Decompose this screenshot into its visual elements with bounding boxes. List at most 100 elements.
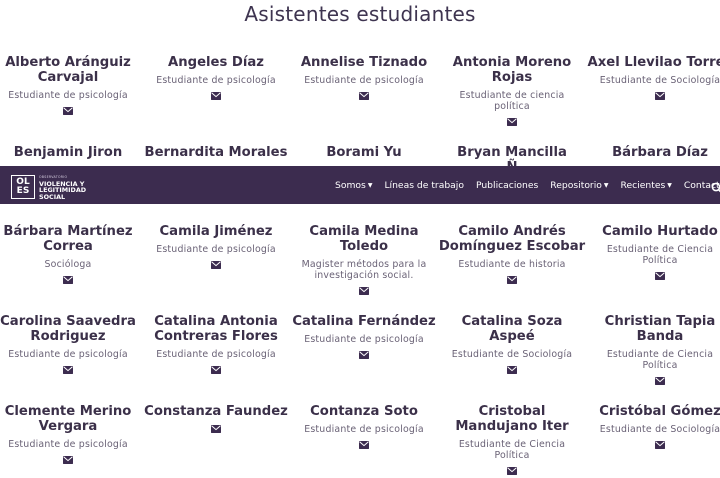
person-card: Constanza Faundez: [142, 404, 290, 475]
person-name: Cristobal Mandujano Iter: [455, 404, 569, 434]
logo-line-3: SOCIAL: [39, 192, 66, 201]
nav-item-label: Líneas de trabajo: [384, 179, 464, 191]
people-row: Alberto Aránguiz Carvajal Estudiante de p…: [0, 55, 720, 126]
person-role: Estudiante de psicología: [304, 75, 424, 86]
site-logo[interactable]: OL ES OBSERVATORIO VIOLENCIA Y LEGITIMID…: [11, 174, 86, 200]
email-icon[interactable]: [63, 366, 73, 374]
person-card: Camila Medina Toledo Magister métodos par…: [290, 224, 438, 295]
person-role: Estudiante de ciencia política: [459, 90, 565, 112]
email-icon[interactable]: [655, 272, 665, 280]
nav-item-label: Recientes: [620, 179, 666, 191]
person-role: Estudiante de historia: [458, 259, 566, 270]
person-name: Contanza Soto: [310, 404, 418, 419]
person-name: Benjamin Jiron: [13, 145, 123, 160]
person-name: Annelise Tiznado: [300, 55, 428, 70]
nav-item-recientes[interactable]: Recientes ▼: [621, 180, 672, 191]
nav-item-label: Publicaciones: [475, 179, 539, 191]
person-card: Bárbara Martínez Correa Socióloga: [0, 224, 142, 295]
person-name: Carolina Saavedra Rodriguez: [0, 314, 136, 344]
person-role: Socióloga: [44, 259, 92, 270]
person-role: Estudiante de psicología: [8, 90, 128, 101]
nav-item-repositorio[interactable]: Repositorio ▼: [550, 180, 608, 191]
person-name: Clemente Merino Vergara: [4, 404, 132, 434]
main-menu: Somos ▼ Líneas de trabajo Publicaciones Repo…: [335, 166, 720, 204]
people-grid: Alberto Aránguiz Carvajal Estudiante de p…: [0, 0, 720, 478]
email-icon[interactable]: [507, 467, 517, 475]
person-card: Antonia Moreno Rojas Estudiante de cienci…: [438, 55, 586, 126]
person-name: Camilo Hurtado: [602, 224, 718, 239]
person-role: Estudiante de Sociología: [451, 349, 573, 360]
search-icon[interactable]: [711, 179, 720, 198]
chevron-down-icon: ▼: [367, 181, 373, 189]
email-icon[interactable]: [211, 261, 221, 269]
person-name: Catalina Antonia Contreras Flores: [154, 314, 278, 344]
person-name: Borami Yu: [326, 145, 402, 160]
nav-item-somos[interactable]: Somos ▼: [335, 180, 372, 191]
person-name: Christian Tapia Banda: [604, 314, 716, 344]
person-card: Contanza Soto Estudiante de psicología: [290, 404, 438, 475]
person-role: Estudiante de Ciencia Política: [606, 349, 714, 371]
person-role: Estudiante de Ciencia Política: [458, 439, 566, 461]
person-card: Axel Llevilao Torres Estudiante de Sociol…: [586, 55, 720, 126]
person-card: Camilo Hurtado Estudiante de Ciencia Polí…: [586, 224, 720, 295]
email-icon[interactable]: [211, 366, 221, 374]
email-icon[interactable]: [359, 351, 369, 359]
person-role: Estudiante de psicología: [304, 334, 424, 345]
person-name: Antonia Moreno Rojas: [452, 55, 572, 85]
person-name: Camila Jiménez: [159, 224, 273, 239]
person-name: Constanza Faundez: [144, 404, 288, 419]
person-name: Axel Llevilao Torres: [587, 55, 720, 70]
people-row: Carolina Saavedra Rodriguez Estudiante de…: [0, 314, 720, 385]
email-icon[interactable]: [359, 287, 369, 295]
email-icon[interactable]: [63, 456, 73, 464]
person-name: Catalina Fernández: [292, 314, 436, 329]
email-icon[interactable]: [359, 441, 369, 449]
person-name: Angeles Díaz: [168, 55, 264, 70]
person-card: Annelise Tiznado Estudiante de psicología: [290, 55, 438, 126]
person-role: Estudiante de Sociología: [599, 424, 720, 435]
person-name: Camila Medina Toledo: [309, 224, 419, 254]
person-card: Catalina Fernández Estudiante de psicolog…: [290, 314, 438, 385]
email-icon[interactable]: [507, 276, 517, 284]
email-icon[interactable]: [211, 425, 221, 433]
person-card: Christian Tapia Banda Estudiante de Cienc…: [586, 314, 720, 385]
person-name: Cristóbal Gómez: [599, 404, 720, 419]
people-row: Bárbara Martínez Correa Socióloga Camila J…: [0, 224, 720, 295]
email-icon[interactable]: [507, 118, 517, 126]
person-role: Estudiante de psicología: [8, 439, 128, 450]
person-name: Bernardita Morales: [144, 145, 288, 160]
person-card: Angeles Díaz Estudiante de psicología: [142, 55, 290, 126]
person-name: Bárbara Martínez Correa: [3, 224, 133, 254]
person-card: Camilo Andrés Domínguez Escobar Estudiant…: [438, 224, 586, 295]
logo-text: OBSERVATORIO VIOLENCIA Y LEGITIMIDAD SOC…: [39, 174, 86, 200]
email-icon[interactable]: [655, 441, 665, 449]
people-row: Clemente Merino Vergara Estudiante de psi…: [0, 404, 720, 475]
chevron-down-icon: ▼: [667, 181, 672, 189]
email-icon[interactable]: [507, 366, 517, 374]
person-card: Catalina Antonia Contreras Flores Estudia…: [142, 314, 290, 385]
email-icon[interactable]: [63, 276, 73, 284]
person-role: Estudiante de psicología: [156, 75, 276, 86]
chevron-down-icon: ▼: [603, 181, 609, 189]
nav-item-publicaciones[interactable]: Publicaciones: [476, 180, 538, 191]
email-icon[interactable]: [211, 92, 221, 100]
person-role: Magister métodos para la investigación s…: [301, 259, 427, 281]
person-role: Estudiante de psicología: [8, 349, 128, 360]
person-role: Estudiante de psicología: [304, 424, 424, 435]
email-icon[interactable]: [359, 92, 369, 100]
person-card: Carolina Saavedra Rodriguez Estudiante de…: [0, 314, 142, 385]
person-card: Camila Jiménez Estudiante de psicología: [142, 224, 290, 295]
person-name: Alberto Aránguiz Carvajal: [5, 55, 131, 85]
nav-item-l-neas-de-trabajo[interactable]: Líneas de trabajo: [384, 180, 464, 191]
email-icon[interactable]: [655, 377, 665, 385]
person-role: Estudiante de Ciencia Política: [606, 244, 714, 266]
email-icon[interactable]: [63, 107, 73, 115]
person-name: Catalina Soza Aspeé: [461, 314, 563, 344]
person-name: Bárbara Díaz: [612, 145, 708, 160]
top-navbar: OL ES OBSERVATORIO VIOLENCIA Y LEGITIMID…: [0, 166, 720, 204]
person-card: Catalina Soza Aspeé Estudiante de Sociolo…: [438, 314, 586, 385]
person-card: Clemente Merino Vergara Estudiante de psi…: [0, 404, 142, 475]
email-icon[interactable]: [655, 92, 665, 100]
person-card: Alberto Aránguiz Carvajal Estudiante de p…: [0, 55, 142, 126]
logo-mark-bottom: ES: [16, 186, 30, 197]
